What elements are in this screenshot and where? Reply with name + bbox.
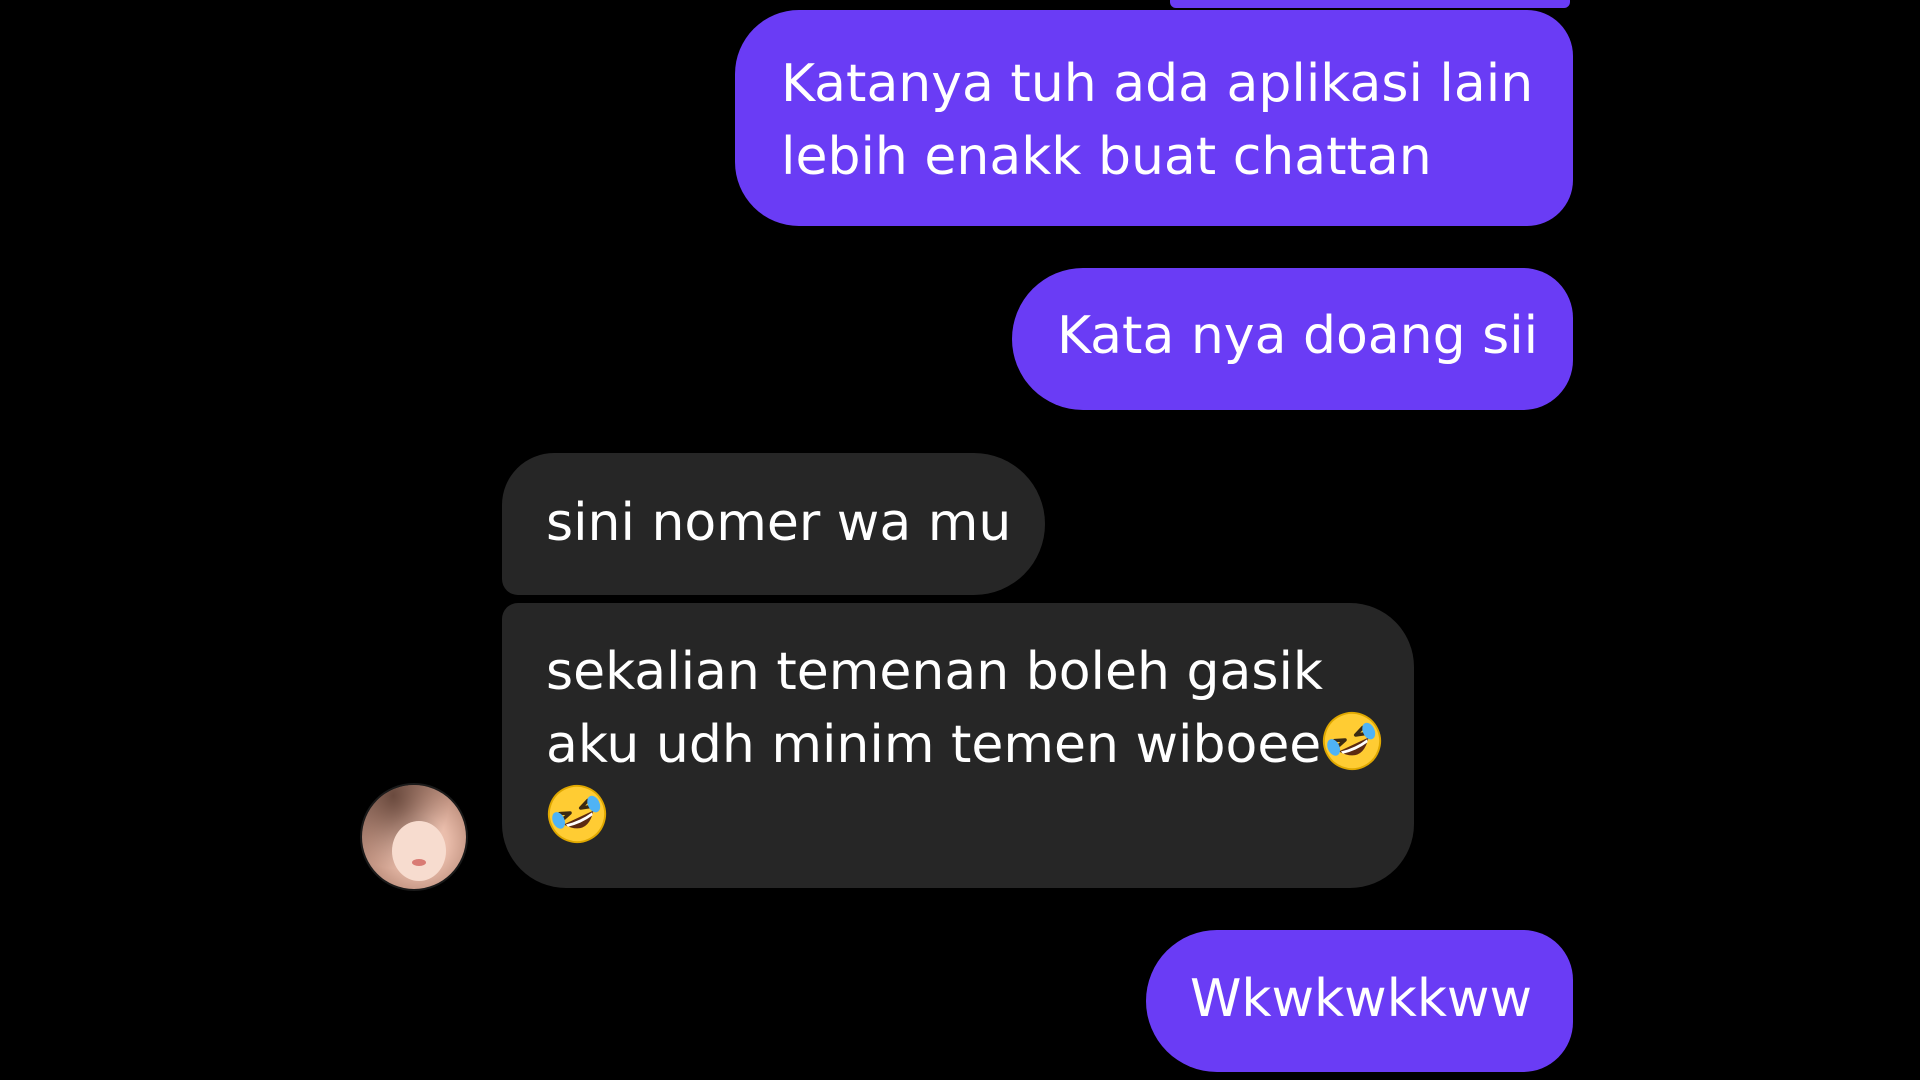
avatar-lips [412,859,426,866]
chat-screen: Katanya tuh ada aplikasi lain lebih enak… [0,0,1920,1080]
received-message-bubble[interactable]: sini nomer wa mu [502,453,1045,595]
sent-message-bubble[interactable]: Wkwkwkkww [1146,930,1573,1072]
message-text-line: lebih enakk buat chattan [781,127,1432,187]
message-text-segment: aku udh minim temen wiboee [546,715,1322,775]
message-text-line [546,782,1374,855]
rolling-on-floor-laughing-emoji-icon [547,784,607,844]
rolling-on-floor-laughing-emoji-icon [1323,711,1382,771]
contact-avatar[interactable] [362,785,466,889]
sent-message-bubble[interactable]: Kata nya doang sii [1012,268,1573,410]
message-text-line: sekalian temenan boleh gasik [546,642,1324,702]
previous-message-bubble-edge [1170,0,1570,8]
avatar-face [392,821,446,881]
message-text-line: aku udh minim temen wiboee [546,709,1382,782]
message-text-line: sini nomer wa mu [546,493,1012,553]
message-text-line: Wkwkwkkww [1190,969,1532,1029]
message-text-line: Katanya tuh ada aplikasi lain [781,54,1534,114]
received-message-bubble[interactable]: sekalian temenan boleh gasik aku udh min… [502,603,1414,888]
sent-message-bubble[interactable]: Katanya tuh ada aplikasi lain lebih enak… [735,10,1573,226]
message-text-line: Kata nya doang sii [1057,306,1539,366]
